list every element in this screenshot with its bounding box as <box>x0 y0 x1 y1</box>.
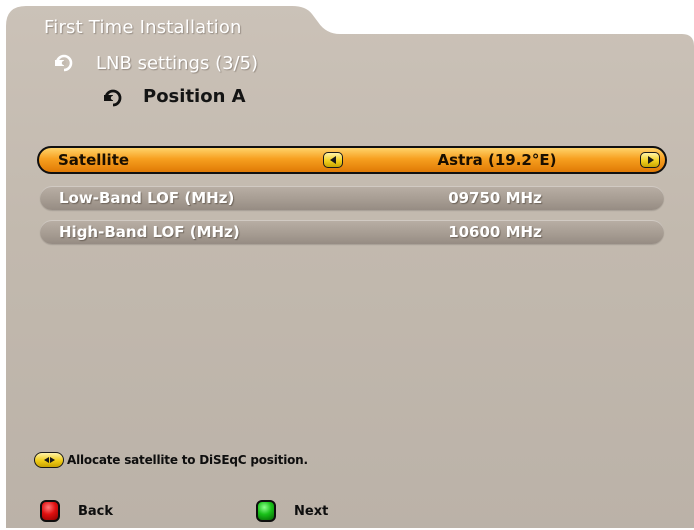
page-title: First Time Installation <box>44 17 242 38</box>
power-arrow-icon <box>104 89 122 107</box>
panel-frame <box>0 0 694 530</box>
menu-row-satellite[interactable]: Satellite Astra (19.2°E) <box>37 146 667 174</box>
arrow-right-icon[interactable] <box>640 152 660 168</box>
left-right-arrows-icon <box>34 452 64 468</box>
section-subtitle: LNB settings (3/5) <box>96 53 259 74</box>
row-value: 10600 MHz <box>448 223 542 241</box>
red-key-icon <box>40 500 60 522</box>
help-hint: Allocate satellite to DiSEqC position. <box>34 452 308 468</box>
row-label: Satellite <box>58 151 130 169</box>
back-button[interactable]: Back <box>40 500 113 522</box>
row-value: 09750 MHz <box>448 189 542 207</box>
row-label: Low-Band LOF (MHz) <box>59 189 235 207</box>
back-label: Back <box>78 503 114 519</box>
next-label: Next <box>294 503 329 519</box>
hint-text: Allocate satellite to DiSEqC position. <box>67 453 308 467</box>
menu-row-low-band-lof[interactable]: Low-Band LOF (MHz) 09750 MHz <box>40 186 664 210</box>
power-arrow-icon <box>55 54 73 72</box>
row-value: Astra (19.2°E) <box>437 151 557 169</box>
position-heading: Position A <box>143 86 246 107</box>
next-button[interactable]: Next <box>256 500 328 522</box>
menu-row-high-band-lof[interactable]: High-Band LOF (MHz) 10600 MHz <box>40 220 664 244</box>
row-label: High-Band LOF (MHz) <box>59 223 240 241</box>
installation-panel: First Time Installation LNB settings (3/… <box>0 0 694 530</box>
arrow-left-icon[interactable] <box>323 152 343 168</box>
green-key-icon <box>256 500 276 522</box>
